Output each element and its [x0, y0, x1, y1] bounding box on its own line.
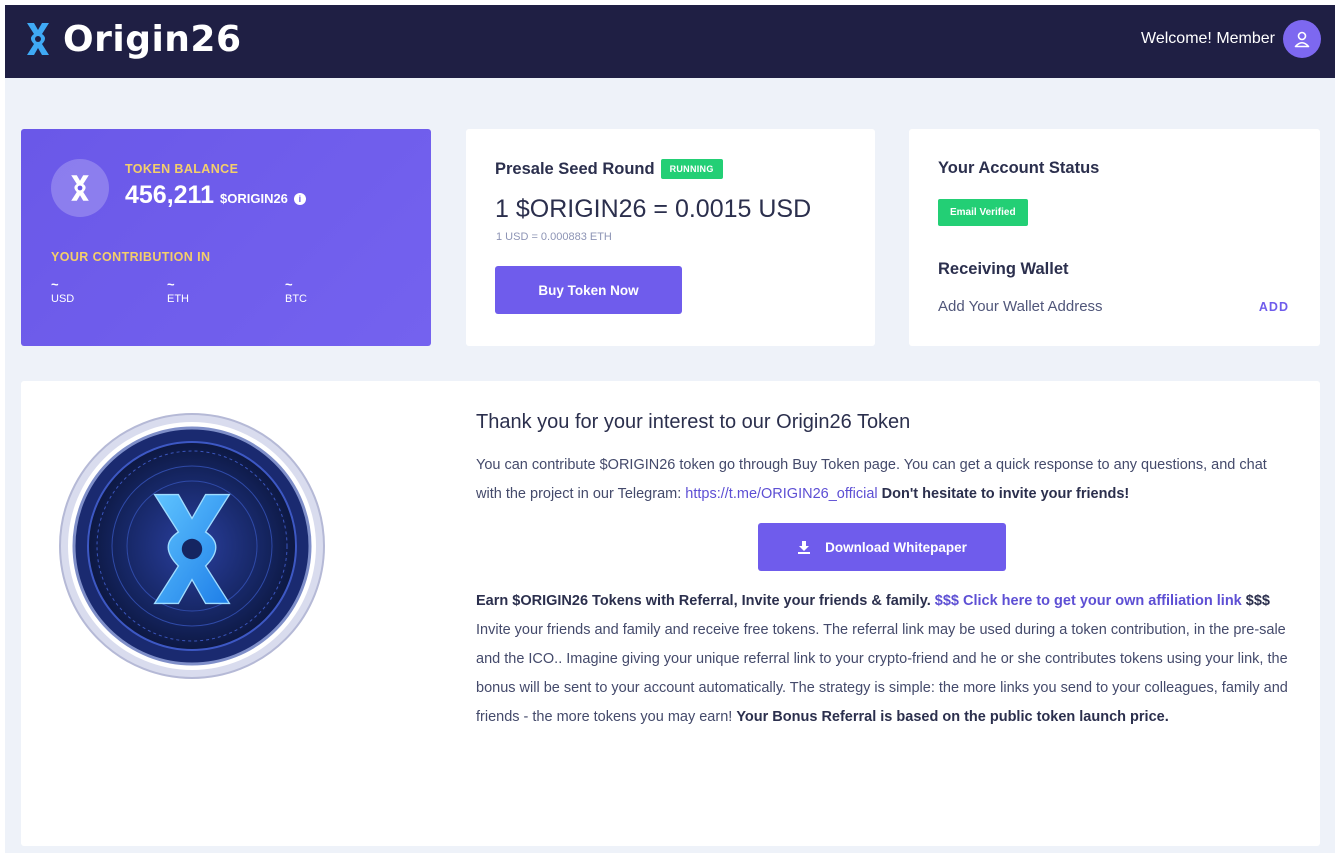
status-badge: RUNNING — [660, 159, 723, 179]
account-status-title: Your Account Status — [938, 159, 1100, 177]
receiving-wallet-title: Receiving Wallet — [938, 260, 1069, 278]
download-whitepaper-label: Download Whitepaper — [825, 539, 967, 555]
token-icon-circle — [51, 159, 109, 217]
contribution-usd-value: ~ — [51, 277, 59, 292]
token-balance-unit: $ORIGIN26 — [220, 191, 288, 206]
eth-rate: 1 USD = 0.000883 ETH — [496, 231, 612, 243]
brand-name: Origin26 — [63, 18, 242, 60]
wallet-address-prompt: Add Your Wallet Address — [938, 298, 1103, 315]
email-verified-badge: Email Verified — [938, 199, 1028, 226]
presale-title: Presale Seed Round — [495, 159, 655, 178]
account-status-card: Your Account Status Email Verified Recei… — [909, 129, 1320, 346]
download-whitepaper-button[interactable]: Download Whitepaper — [758, 523, 1006, 571]
contribution-btc-value: ~ — [285, 277, 293, 292]
add-wallet-link[interactable]: ADD — [1259, 300, 1289, 314]
top-navbar: Origin26 Welcome! Member — [5, 5, 1335, 78]
token-balance-label: TOKEN BALANCE — [125, 162, 239, 176]
telegram-link[interactable]: https://t.me/ORIGIN26_official — [685, 486, 877, 502]
token-price: 1 $ORIGIN26 = 0.0015 USD — [495, 195, 812, 223]
info-paragraph: You can contribute $ORIGIN26 token go th… — [476, 451, 1296, 509]
user-avatar[interactable] — [1283, 20, 1321, 58]
token-balance-card: TOKEN BALANCE 456,211 $ORIGIN26 i YOUR C… — [21, 129, 431, 346]
info-body: Thank you for your interest to our Origi… — [476, 411, 1296, 732]
referral-text: Earn $ORIGIN26 Tokens with Referral, Inv… — [476, 593, 931, 609]
contribution-btc-label: BTC — [285, 293, 307, 305]
referral-tail: $$$ — [1245, 593, 1270, 609]
presale-header: Presale Seed Round RUNNING — [495, 159, 723, 179]
info-card: Thank you for your interest to our Origi… — [21, 381, 1320, 846]
referral-paragraph: Invite your friends and family and recei… — [476, 616, 1296, 732]
contribution-eth-value: ~ — [167, 277, 175, 292]
user-icon — [1294, 31, 1310, 48]
token-icon — [71, 175, 89, 201]
referral-heading: Earn $ORIGIN26 Tokens with Referral, Inv… — [476, 587, 1296, 616]
invite-friends-text: Don't hesitate to invite your friends! — [881, 486, 1130, 502]
presale-card: Presale Seed Round RUNNING 1 $ORIGIN26 =… — [466, 129, 875, 346]
contribution-usd-label: USD — [51, 293, 75, 305]
contribution-btc: ~ BTC — [285, 277, 307, 305]
affiliation-link[interactable]: $$$ Click here to get your own affiliati… — [935, 593, 1242, 609]
app-frame: Origin26 Welcome! Member TOKEN BALANCE 4… — [5, 5, 1335, 853]
brand-logo[interactable]: Origin26 — [21, 11, 242, 67]
contribution-usd: ~ USD — [51, 277, 75, 305]
info-title: Thank you for your interest to our Origi… — [476, 411, 911, 433]
download-icon — [798, 541, 811, 554]
contribution-eth: ~ ETH — [167, 277, 189, 305]
origin-logo-icon — [27, 23, 49, 55]
contribution-eth-label: ETH — [167, 293, 189, 305]
info-icon[interactable]: i — [293, 192, 306, 205]
contribution-label: YOUR CONTRIBUTION IN — [51, 250, 211, 264]
coin-illustration — [59, 413, 325, 679]
token-balance-value: 456,211 $ORIGIN26 i — [125, 181, 306, 210]
token-balance-amount: 456,211 — [125, 181, 214, 209]
welcome-text: Welcome! Member — [1141, 30, 1275, 47]
buy-token-button[interactable]: Buy Token Now — [495, 266, 682, 314]
bonus-note: Your Bonus Referral is based on the publ… — [736, 709, 1169, 725]
